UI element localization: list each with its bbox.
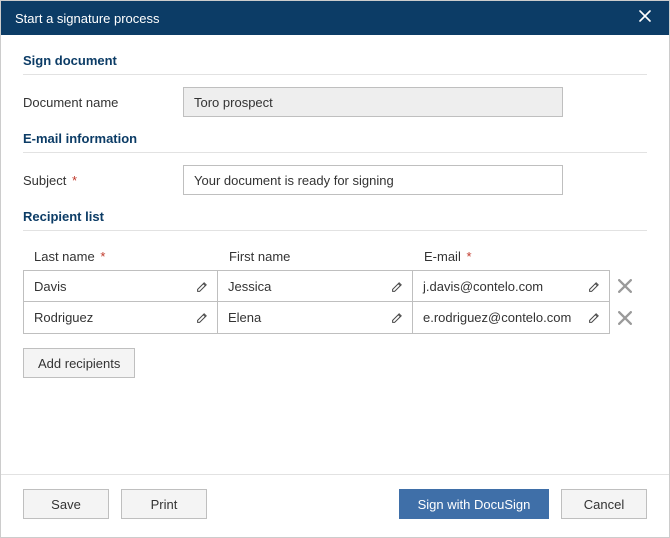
dialog-titlebar: Start a signature process: [1, 1, 669, 35]
subject-row: Subject *: [23, 165, 647, 195]
last-name-value: Rodriguez: [34, 310, 93, 325]
last-name-value: Davis: [34, 279, 67, 294]
cancel-button[interactable]: Cancel: [561, 489, 647, 519]
delete-row-icon[interactable]: [610, 270, 640, 302]
cell-first-name[interactable]: Jessica: [218, 270, 413, 302]
section-email-information: E-mail information: [23, 131, 647, 153]
add-recipients-button[interactable]: Add recipients: [23, 348, 135, 378]
pencil-icon[interactable]: [196, 311, 209, 324]
subject-label: Subject *: [23, 173, 183, 188]
first-name-value: Jessica: [228, 279, 271, 294]
cell-last-name[interactable]: Rodriguez: [23, 302, 218, 334]
subject-input[interactable]: [183, 165, 563, 195]
first-name-value: Elena: [228, 310, 261, 325]
recipient-table-header: Last name * First name E-mail *: [23, 243, 647, 270]
delete-row-icon[interactable]: [610, 302, 640, 334]
pencil-icon[interactable]: [391, 311, 404, 324]
dialog-title: Start a signature process: [15, 11, 635, 26]
print-button[interactable]: Print: [121, 489, 207, 519]
pencil-icon[interactable]: [391, 280, 404, 293]
dialog-content: Sign document Document name Toro prospec…: [1, 35, 669, 474]
cell-email[interactable]: e.rodriguez@contelo.com: [413, 302, 610, 334]
document-name-label: Document name: [23, 95, 183, 110]
required-asterisk: *: [97, 249, 106, 264]
header-first-name: First name: [218, 249, 413, 264]
sign-with-docusign-button[interactable]: Sign with DocuSign: [399, 489, 549, 519]
section-sign-document: Sign document: [23, 53, 647, 75]
email-value: j.davis@contelo.com: [423, 279, 543, 294]
cell-last-name[interactable]: Davis: [23, 270, 218, 302]
save-button[interactable]: Save: [23, 489, 109, 519]
pencil-icon[interactable]: [588, 311, 601, 324]
header-email: E-mail *: [413, 249, 610, 264]
document-name-value: Toro prospect: [194, 95, 273, 110]
required-asterisk: *: [68, 173, 77, 188]
recipient-table: Last name * First name E-mail * Davis Jes…: [23, 243, 647, 334]
signature-dialog: Start a signature process Sign document …: [0, 0, 670, 538]
cell-email[interactable]: j.davis@contelo.com: [413, 270, 610, 302]
pencil-icon[interactable]: [588, 280, 601, 293]
email-value: e.rodriguez@contelo.com: [423, 310, 571, 325]
document-name-field: Toro prospect: [183, 87, 563, 117]
document-name-row: Document name Toro prospect: [23, 87, 647, 117]
section-recipient-list: Recipient list: [23, 209, 647, 231]
table-row: Davis Jessica j.davis@contelo.com: [23, 270, 647, 302]
pencil-icon[interactable]: [196, 280, 209, 293]
cell-first-name[interactable]: Elena: [218, 302, 413, 334]
table-row: Rodriguez Elena e.rodriguez@contelo.com: [23, 302, 647, 334]
required-asterisk: *: [463, 249, 472, 264]
dialog-footer: Save Print Sign with DocuSign Cancel: [1, 474, 669, 537]
close-icon[interactable]: [635, 6, 655, 30]
header-last-name: Last name *: [23, 249, 218, 264]
